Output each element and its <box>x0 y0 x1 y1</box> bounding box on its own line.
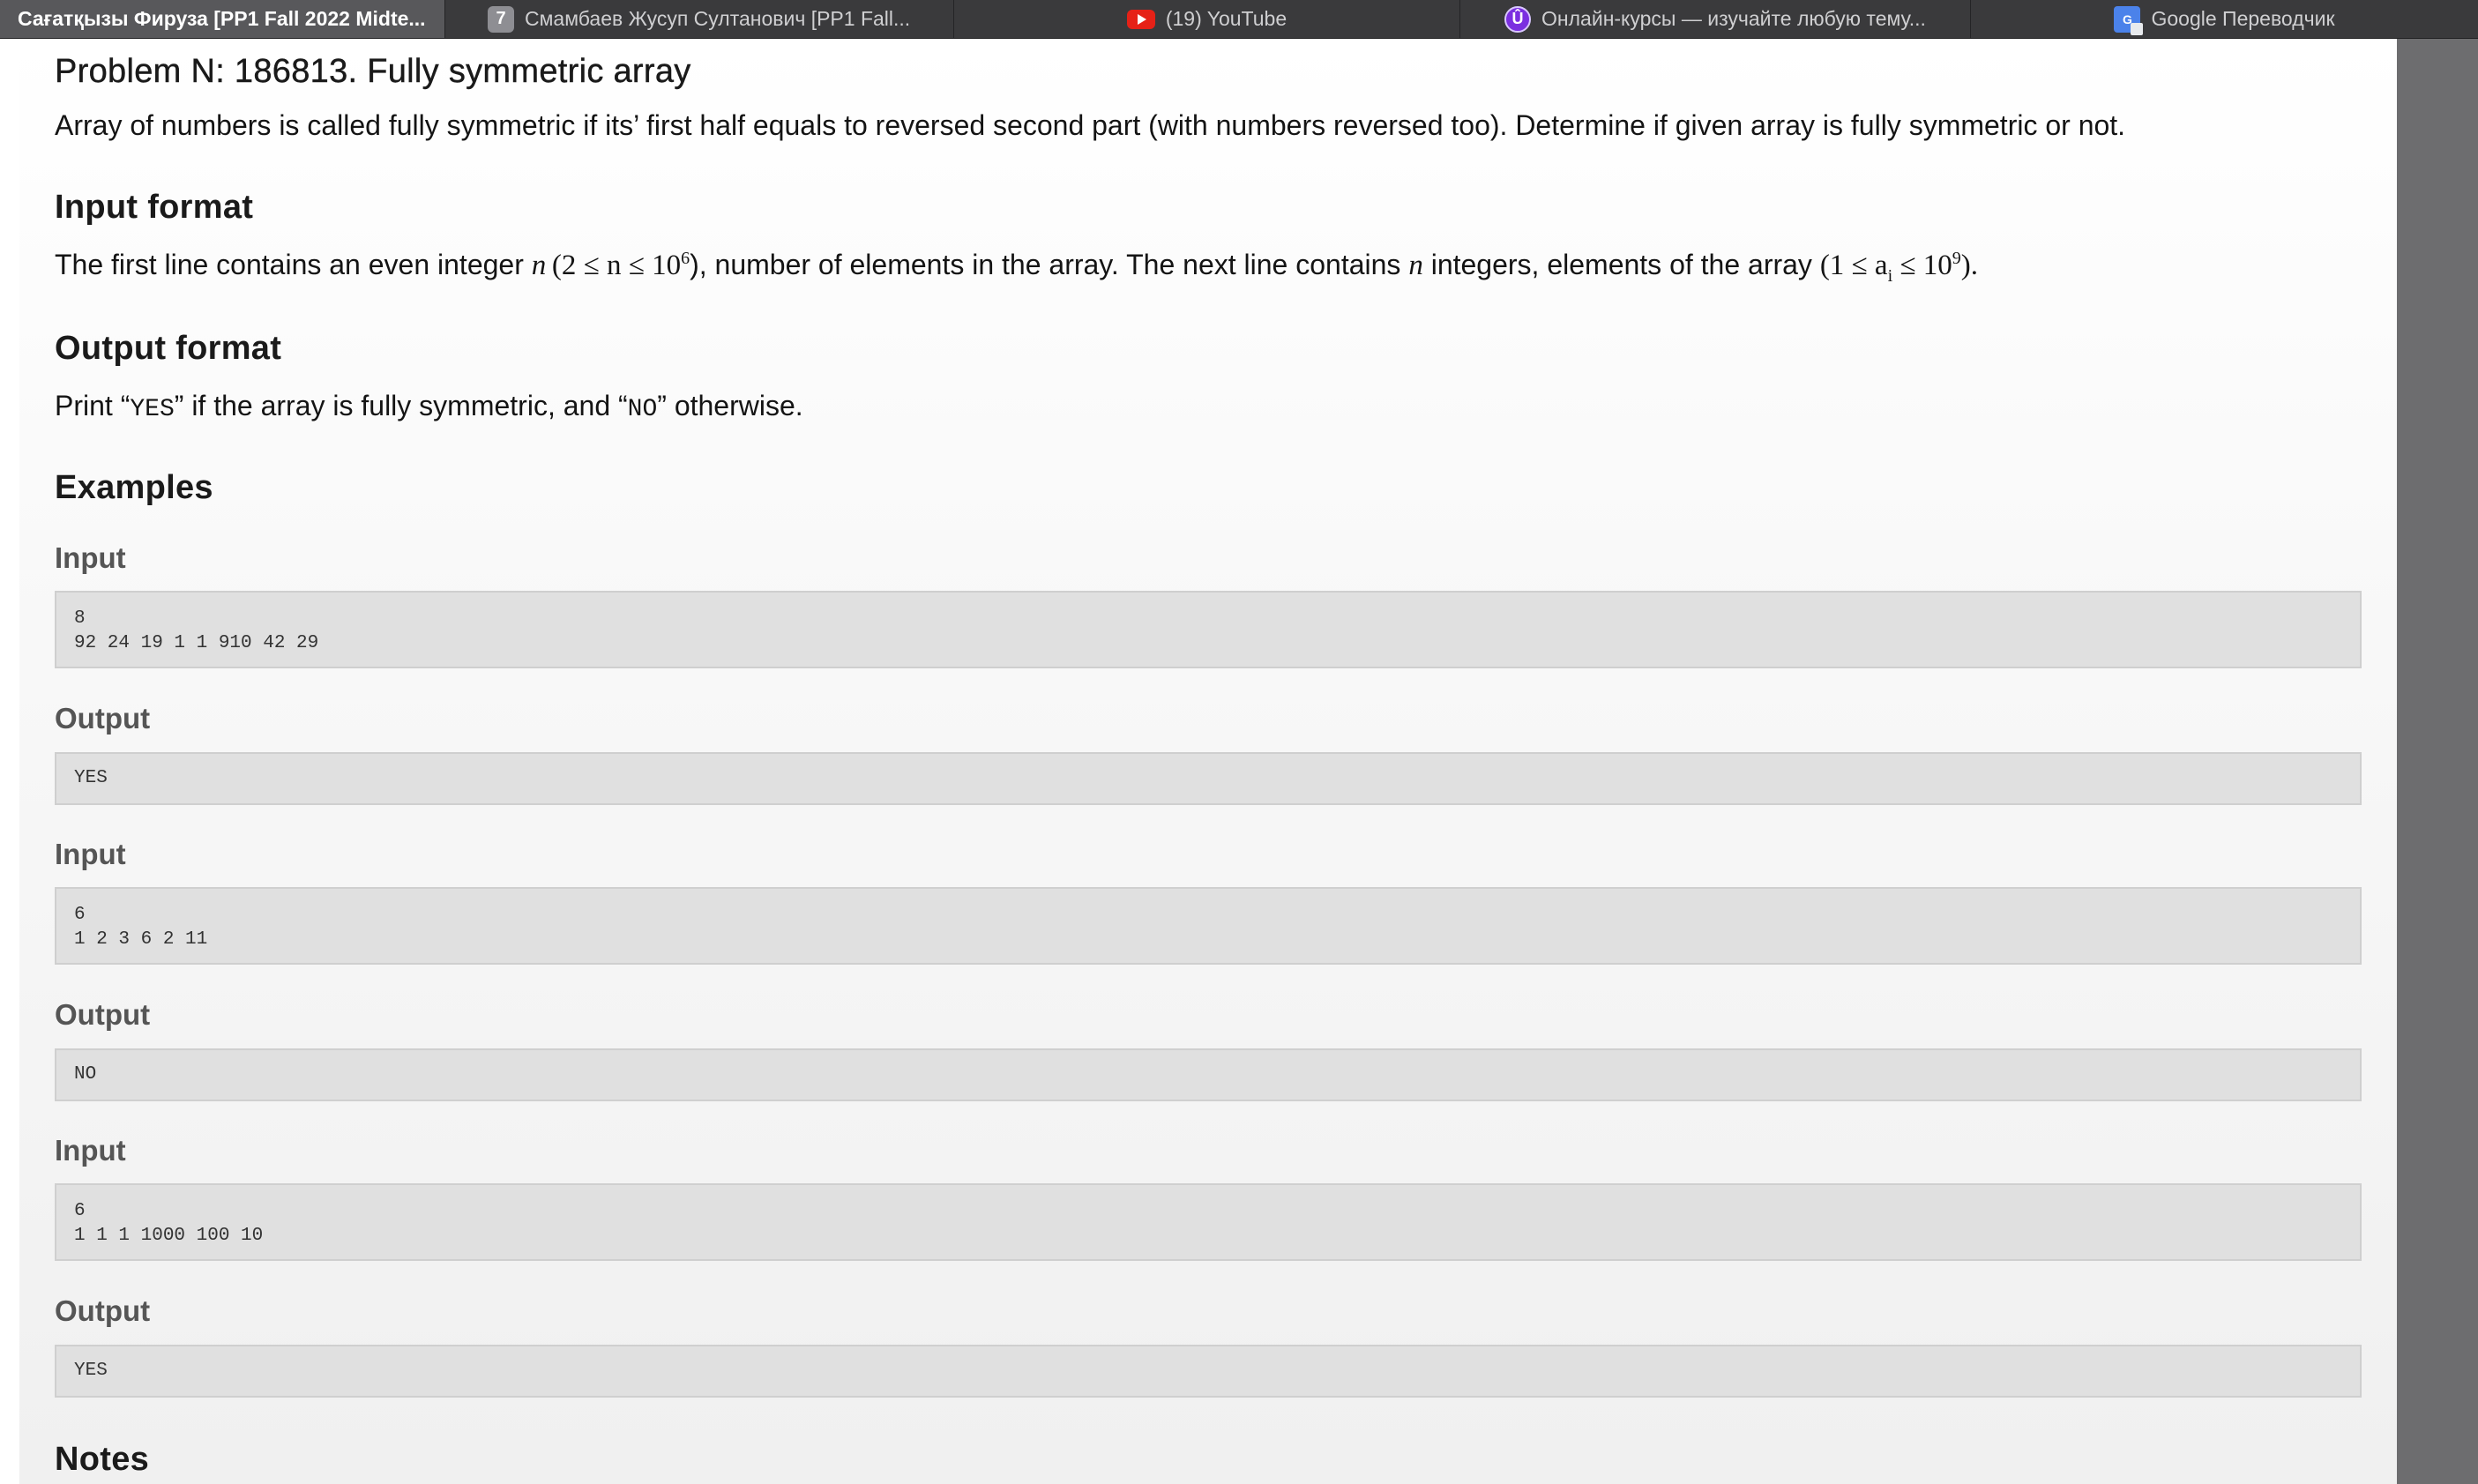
input-format-heading: Input format <box>55 189 254 226</box>
youtube-icon <box>1126 9 1155 29</box>
number-badge-icon: 7 <box>488 5 514 33</box>
example-2-output[interactable]: NO <box>55 1048 2362 1101</box>
tab-google-translate[interactable]: G Google Переводчик <box>1971 0 2478 38</box>
tab-youtube[interactable]: (19) YouTube <box>954 0 1460 38</box>
problem-statement: Array of numbers is called fully symmetr… <box>55 109 2126 141</box>
tab-label: Сағатқызы Фируза [PP1 Fall 2022 Midte... <box>18 7 426 30</box>
example-3-input[interactable]: 6 1 1 1 1000 100 10 <box>55 1183 2362 1261</box>
tab-udemy[interactable]: Û Онлайн-курсы — изучайте любую тему... <box>1460 0 1971 38</box>
problem-page: Problem N: 186813. Fully symmetric array… <box>19 39 2397 1484</box>
tab-label: (19) YouTube <box>1165 7 1288 30</box>
output-format-text: Print “YES” if the array is fully symmet… <box>55 390 803 423</box>
right-side-gutter <box>2397 39 2478 1484</box>
example-1-output[interactable]: YES <box>55 752 2362 805</box>
example-3-output-label: Output <box>55 1294 151 1327</box>
left-edge-strip <box>0 39 19 1484</box>
example-3-input-label: Input <box>55 1134 126 1167</box>
examples-heading: Examples <box>55 469 213 506</box>
example-1-input-label: Input <box>55 541 126 574</box>
tab-smambaev[interactable]: 7 Смамбаев Жусуп Султанович [PP1 Fall... <box>445 0 954 38</box>
example-2-input-label: Input <box>55 838 126 870</box>
udemy-icon: Û <box>1504 5 1532 33</box>
input-format-text: The first line contains an even integer … <box>55 249 1978 286</box>
example-2-output-label: Output <box>55 998 151 1031</box>
example-3-output[interactable]: YES <box>55 1345 2362 1398</box>
example-1-output-label: Output <box>55 702 151 735</box>
notes-heading: Notes <box>55 1441 150 1478</box>
problem-title: Problem N: 186813. Fully symmetric array <box>55 53 691 90</box>
google-translate-icon: G <box>2114 5 2144 35</box>
example-2-input[interactable]: 6 1 2 3 6 2 11 <box>55 887 2362 965</box>
example-1-input[interactable]: 8 92 24 19 1 1 910 42 29 <box>55 591 2362 668</box>
output-format-heading: Output format <box>55 330 282 367</box>
tab-label: Смамбаев Жусуп Султанович [PP1 Fall... <box>525 7 911 30</box>
browser-tab-bar: Сағатқызы Фируза [PP1 Fall 2022 Midte...… <box>0 0 2478 39</box>
tab-sagatkyzy-midterm[interactable]: Сағатқызы Фируза [PP1 Fall 2022 Midte... <box>0 0 445 38</box>
tab-label: Google Переводчик <box>2151 7 2335 30</box>
tab-label: Онлайн-курсы — изучайте любую тему... <box>1541 7 1926 30</box>
